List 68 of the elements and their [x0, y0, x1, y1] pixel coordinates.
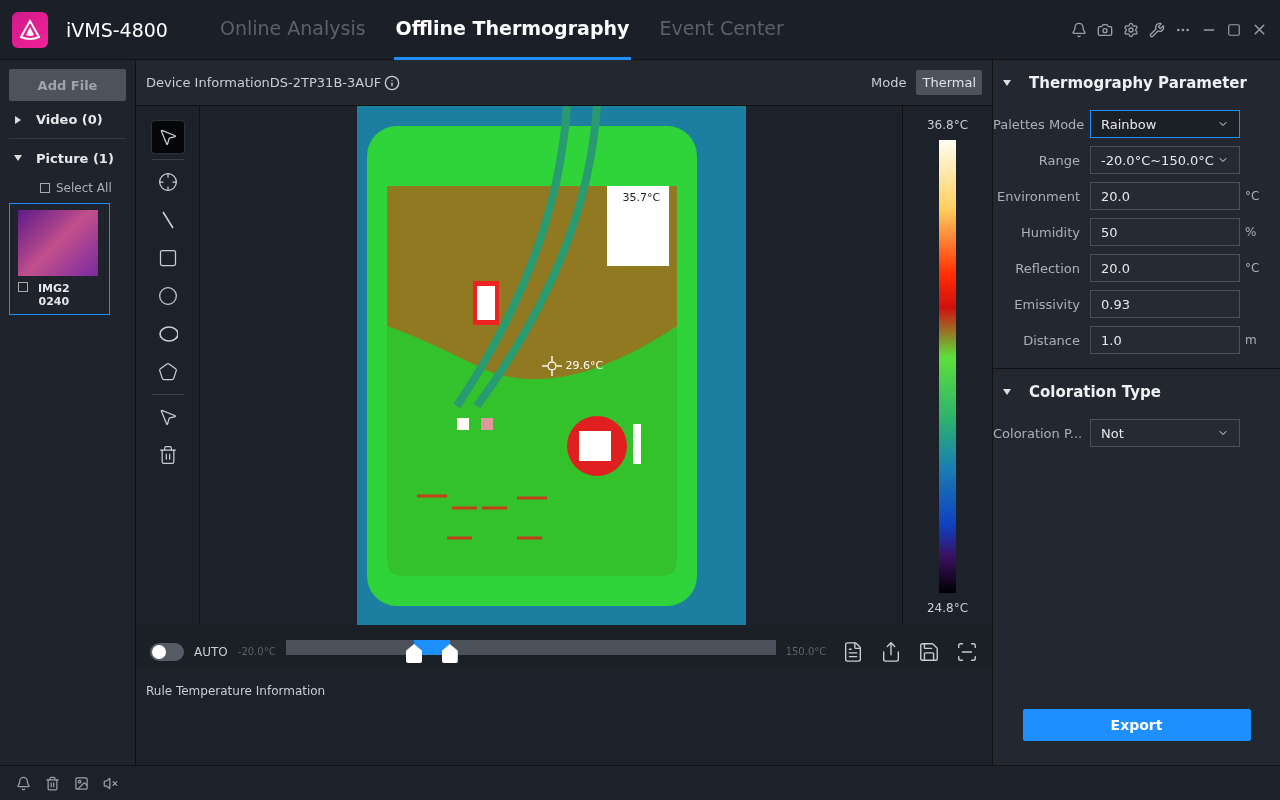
mode-button[interactable]: Thermal: [916, 70, 982, 95]
trash-icon: [157, 445, 178, 465]
scan-icon[interactable]: [956, 640, 978, 663]
dropdown-field[interactable]: Rainbow: [1090, 110, 1240, 138]
expand-triangle-icon[interactable]: [1003, 389, 1011, 395]
field-label: Reflection: [1014, 260, 1081, 276]
unit-label: °C: [1245, 189, 1260, 203]
section-title: Thermography Parameter: [1029, 74, 1247, 92]
auto-toggle[interactable]: [150, 642, 184, 661]
field-label: Humidity: [1020, 224, 1081, 240]
tool-button[interactable]: [151, 121, 184, 153]
expand-triangle-icon[interactable]: [15, 115, 21, 124]
input-field[interactable]: 1.0: [1090, 326, 1240, 354]
section-title: Coloration Type: [1029, 383, 1161, 401]
group-label[interactable]: Video (0): [36, 112, 103, 127]
group-label[interactable]: Picture (1): [36, 150, 114, 166]
rule-info-label: Rule Temperature Information: [146, 684, 326, 698]
field-label: Environment: [996, 188, 1081, 204]
mute-icon[interactable]: [103, 775, 118, 791]
share-icon[interactable]: [880, 640, 902, 663]
settings-icon[interactable]: [1123, 21, 1139, 38]
scale-min-label: 24.8°C: [926, 601, 969, 615]
field-label: Emissivity: [1013, 296, 1081, 312]
max-temperature-label: 35.7°C: [622, 191, 661, 204]
center-temperature-label: 29.6°C: [565, 359, 604, 372]
range-min-label: -20.0°C: [237, 646, 276, 657]
crosshair-icon: [157, 172, 178, 192]
file-card[interactable]: IMG2 0240: [9, 203, 110, 315]
field-label: Distance: [1022, 332, 1081, 348]
rectangle-icon: [157, 248, 178, 268]
trash-icon[interactable]: [45, 775, 60, 791]
scale-max-label: 36.8°C: [926, 118, 969, 132]
device-info-label: Device InformationDS-2TP31B-3AUF: [146, 75, 382, 90]
camera-icon[interactable]: [1097, 21, 1113, 38]
info-icon[interactable]: [384, 74, 401, 91]
dropdown-field[interactable]: Not: [1090, 419, 1240, 447]
field-label: Range: [1037, 152, 1081, 168]
file-name: IMG2 0240: [38, 282, 70, 308]
mode-label: Mode: [871, 75, 907, 90]
input-field[interactable]: 20.0: [1090, 254, 1240, 282]
pentagon-icon: [157, 362, 178, 382]
select-all-label: Select All: [56, 181, 112, 195]
dropdown-field[interactable]: -20.0°C~150.0°C: [1090, 146, 1240, 174]
save-icon[interactable]: [918, 640, 940, 663]
document-icon[interactable]: [842, 640, 864, 663]
expand-triangle-icon[interactable]: [14, 155, 22, 161]
unit-label: m: [1245, 333, 1257, 347]
app-logo-icon: [12, 11, 48, 48]
range-slider[interactable]: [285, 640, 776, 663]
expand-triangle-icon[interactable]: [1003, 80, 1011, 86]
checkbox[interactable]: [18, 282, 28, 292]
range-max-label: 150.0°C: [785, 646, 827, 657]
input-field[interactable]: 50: [1090, 218, 1240, 246]
maximize-icon[interactable]: [1227, 22, 1241, 37]
checkbox[interactable]: [40, 183, 50, 193]
wrench-icon[interactable]: [1149, 21, 1165, 38]
bell-icon[interactable]: [1071, 21, 1087, 38]
field-label: Coloration P...: [993, 425, 1084, 441]
auto-label: AUTO: [194, 644, 228, 659]
circle-icon: [157, 286, 178, 306]
app-title: iVMS-4800: [66, 18, 169, 41]
unit-label: %: [1245, 225, 1257, 239]
input-field[interactable]: 0.93: [1090, 290, 1240, 318]
field-label: Palettes Mode: [993, 116, 1086, 132]
image-icon[interactable]: [74, 775, 89, 791]
input-field[interactable]: 20.0: [1090, 182, 1240, 210]
bell-icon[interactable]: [16, 775, 31, 791]
unit-label: °C: [1245, 261, 1260, 275]
